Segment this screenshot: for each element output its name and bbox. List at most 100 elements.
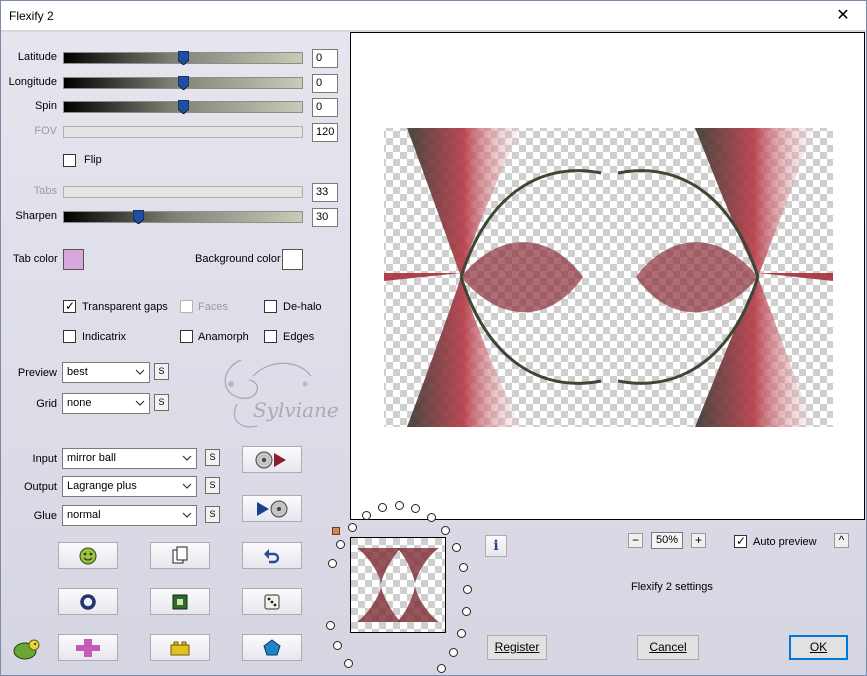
anamorph-checkbox[interactable] (180, 330, 193, 343)
transparent-gaps-label: Transparent gaps (82, 301, 168, 313)
watermark-logo: Sylviane (201, 354, 346, 434)
spin-slider-thumb[interactable] (178, 100, 189, 114)
anamorph-label: Anamorph (198, 331, 249, 343)
fov-slider (63, 126, 303, 138)
preset-dot[interactable] (463, 585, 472, 594)
edges-label: Edges (283, 331, 315, 343)
sharpen-slider[interactable] (63, 210, 303, 224)
ring-button[interactable] (58, 588, 118, 615)
sharpen-field[interactable]: 30 (312, 208, 338, 227)
pentagon-icon (263, 638, 281, 655)
sharpen-slider-thumb[interactable] (133, 210, 144, 224)
zoom-level: 50% (651, 532, 683, 549)
preset-dot[interactable] (427, 513, 436, 522)
grid-select[interactable]: none (62, 393, 150, 414)
spin-field[interactable]: 0 (312, 98, 338, 117)
preset-dot[interactable] (362, 511, 371, 520)
flip-checkbox[interactable] (63, 154, 76, 167)
auto-preview-checkbox[interactable]: ✓ (734, 534, 747, 548)
output-s-button[interactable]: S (205, 477, 220, 494)
disc-play-icon (255, 451, 286, 468)
output-select-value: Lagrange plus (67, 480, 137, 492)
preset-dot[interactable] (449, 648, 458, 657)
input-s-button[interactable]: S (205, 449, 220, 466)
flip-label: Flip (84, 154, 102, 166)
output-select[interactable]: Lagrange plus (62, 476, 197, 497)
register-button-label: Register (494, 640, 540, 654)
info-button[interactable]: i (485, 535, 507, 557)
close-icon[interactable]: ✕ (820, 1, 866, 31)
preview-s-button[interactable]: S (154, 363, 169, 380)
dehalo-checkbox[interactable] (264, 300, 277, 313)
preset-dot[interactable] (452, 543, 461, 552)
title-bar: Flexify 2 ✕ (1, 1, 866, 31)
longitude-label: Longitude (8, 76, 57, 88)
longitude-field[interactable]: 0 (312, 74, 338, 93)
preset-dot[interactable] (336, 540, 345, 549)
ok-button[interactable]: OK (789, 635, 848, 660)
chevron-down-icon (135, 400, 145, 406)
fov-field[interactable]: 120 (312, 123, 338, 142)
preset-dot[interactable] (348, 523, 357, 532)
preset-dot[interactable] (441, 526, 450, 535)
copy-button[interactable] (150, 542, 210, 569)
tab-color-label: Tab color (13, 253, 58, 265)
input-disc-button[interactable] (242, 446, 302, 473)
preset-dot[interactable] (395, 501, 404, 510)
ring-start-marker[interactable] (332, 527, 340, 535)
output-disc-button[interactable] (242, 495, 302, 522)
tabs-field[interactable]: 33 (312, 183, 338, 202)
cancel-button[interactable]: Cancel (637, 635, 699, 660)
spin-slider[interactable] (63, 100, 303, 114)
zoom-out-button[interactable]: − (628, 533, 643, 548)
longitude-slider[interactable] (63, 76, 303, 90)
preset-dot[interactable] (344, 659, 353, 668)
output-label: Output (23, 481, 57, 493)
register-button[interactable]: Register (487, 635, 547, 660)
latitude-slider[interactable] (63, 51, 303, 65)
preset-dot[interactable] (328, 559, 337, 568)
dice-button[interactable] (242, 588, 302, 615)
fov-label: FOV (34, 125, 57, 137)
preview-select[interactable]: best (62, 362, 150, 383)
background-color-swatch[interactable] (282, 249, 303, 270)
frame-button[interactable] (150, 588, 210, 615)
latitude-field[interactable]: 0 (312, 49, 338, 68)
chevron-down-icon (182, 483, 192, 489)
preset-dot[interactable] (437, 664, 446, 673)
longitude-slider-thumb[interactable] (178, 76, 189, 90)
dehalo-label: De-halo (283, 301, 322, 313)
preview-select-value: best (67, 366, 88, 378)
preset-dot[interactable] (462, 607, 471, 616)
preset-dot[interactable] (326, 621, 335, 630)
spin-label: Spin (34, 100, 57, 112)
transparent-gaps-checkbox[interactable]: ✓ (63, 299, 76, 313)
thumbnail-preview[interactable] (350, 537, 446, 633)
smiley-icon (79, 547, 97, 564)
random-face-button[interactable] (58, 542, 118, 569)
glue-select[interactable]: normal (62, 505, 197, 526)
preset-dot[interactable] (459, 563, 468, 572)
preset-dot[interactable] (457, 629, 466, 638)
preset-dot[interactable] (333, 641, 342, 650)
input-select[interactable]: mirror ball (62, 448, 197, 469)
preset-dot[interactable] (378, 503, 387, 512)
chevron-down-icon (182, 512, 192, 518)
tab-color-swatch[interactable] (63, 249, 84, 270)
zoom-in-button[interactable]: + (691, 533, 706, 548)
cross-button[interactable] (58, 634, 118, 661)
tabs-slider (63, 186, 303, 198)
main-preview-canvas[interactable] (350, 32, 865, 520)
pentagon-button[interactable] (242, 634, 302, 661)
latitude-slider-thumb[interactable] (178, 51, 189, 65)
glue-s-button[interactable]: S (205, 506, 220, 523)
edges-checkbox[interactable] (264, 330, 277, 343)
brick-button[interactable] (150, 634, 210, 661)
indicatrix-checkbox[interactable] (63, 330, 76, 343)
undo-button[interactable] (242, 542, 302, 569)
undo-arrow-icon (264, 548, 280, 563)
grid-s-button[interactable]: S (154, 394, 169, 411)
info-icon: i (493, 538, 499, 554)
preset-dot[interactable] (411, 504, 420, 513)
collapse-toggle-button[interactable]: ^ (834, 533, 849, 548)
